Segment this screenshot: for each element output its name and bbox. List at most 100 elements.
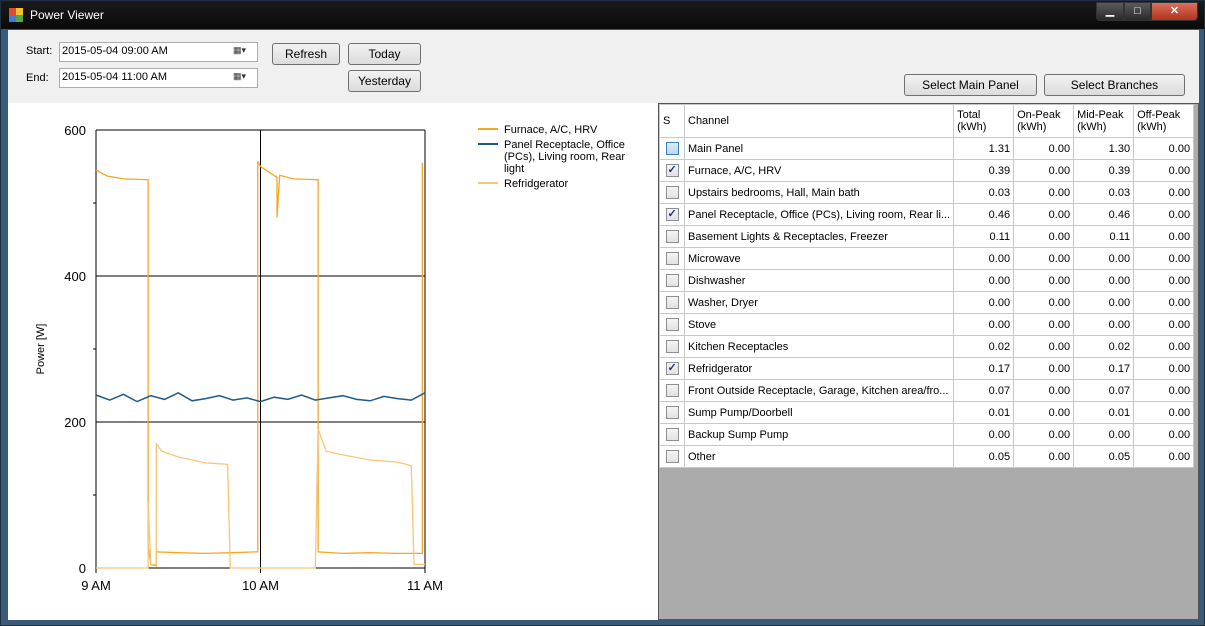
y-axis-label: Power [W]: [35, 324, 47, 375]
on-peak-kwh-cell: 0.00: [1013, 247, 1075, 270]
table-row[interactable]: Upstairs bedrooms, Hall, Main bath 0.03 0.…: [659, 181, 1195, 204]
maximize-button[interactable]: □: [1124, 2, 1151, 21]
table-header-row: S Channel Total (kWh) On-Peak (kWh) Mid-Peak…: [659, 104, 1195, 138]
select-cell[interactable]: [659, 137, 685, 160]
channel-checkbox[interactable]: [665, 142, 679, 155]
select-main-panel-button[interactable]: Select Main Panel: [904, 74, 1037, 96]
column-header-off-peak[interactable]: Off-Peak (kWh): [1133, 104, 1195, 138]
total-kwh-cell: 0.46: [953, 203, 1015, 226]
channel-checkbox[interactable]: [665, 406, 679, 419]
channel-checkbox[interactable]: [665, 296, 679, 309]
channel-checkbox[interactable]: [665, 230, 679, 243]
app-icon: [9, 8, 23, 22]
column-header-s[interactable]: S: [659, 104, 685, 138]
select-cell[interactable]: [659, 291, 685, 314]
mid-peak-kwh-cell: 0.00: [1073, 269, 1135, 292]
title-bar[interactable]: Power Viewer ▁ □ ✕: [1, 1, 1204, 29]
on-peak-kwh-cell: 0.00: [1013, 159, 1075, 182]
channel-name-cell: Upstairs bedrooms, Hall, Main bath: [683, 181, 955, 204]
off-peak-kwh-cell: 0.00: [1133, 335, 1195, 358]
start-date-picker[interactable]: 2015-05-04 09:00 AM ▦▾: [59, 42, 258, 62]
select-cell[interactable]: [659, 269, 685, 292]
select-cell[interactable]: [659, 423, 685, 446]
channel-checkbox[interactable]: ✓: [665, 208, 679, 221]
total-kwh-cell: 0.00: [953, 423, 1015, 446]
start-date-value: 2015-05-04 09:00 AM: [62, 45, 168, 57]
channel-checkbox[interactable]: [665, 450, 679, 463]
minimize-button[interactable]: ▁: [1096, 2, 1124, 21]
select-cell[interactable]: [659, 335, 685, 358]
calendar-dropdown-icon[interactable]: ▦▾: [233, 71, 255, 85]
table-row[interactable]: Microwave 0.00 0.00 0.00 0.00: [659, 247, 1195, 270]
table-row[interactable]: Other 0.05 0.00 0.05 0.00: [659, 445, 1195, 468]
channel-checkbox[interactable]: [665, 252, 679, 265]
on-peak-kwh-cell: 0.00: [1013, 181, 1075, 204]
channel-checkbox[interactable]: [665, 428, 679, 441]
legend-entry: Panel Receptacle, Office (PCs), Living ro…: [504, 139, 625, 175]
table-row[interactable]: ✓ Refridgerator 0.17 0.00 0.17 0.00: [659, 357, 1195, 380]
y-tick-label: 0: [79, 561, 86, 576]
channel-name-cell: Front Outside Receptacle, Garage, Kitche…: [683, 379, 955, 402]
on-peak-kwh-cell: 0.00: [1013, 357, 1075, 380]
off-peak-kwh-cell: 0.00: [1133, 247, 1195, 270]
table-row[interactable]: Dishwasher 0.00 0.00 0.00 0.00: [659, 269, 1195, 292]
window-title: Power Viewer: [30, 8, 104, 22]
table-row[interactable]: Sump Pump/Doorbell 0.01 0.00 0.01 0.00: [659, 401, 1195, 424]
power-viewer-window: Power Viewer ▁ □ ✕ Start: End: 2015-05-0…: [0, 0, 1205, 626]
mid-peak-kwh-cell: 0.39: [1073, 159, 1135, 182]
select-cell[interactable]: [659, 401, 685, 424]
end-date-picker[interactable]: 2015-05-04 11:00 AM ▦▾: [59, 68, 258, 88]
select-cell[interactable]: ✓: [659, 357, 685, 380]
table-row[interactable]: Stove 0.00 0.00 0.00 0.00: [659, 313, 1195, 336]
channel-name-cell: Washer, Dryer: [683, 291, 955, 314]
column-header-total[interactable]: Total (kWh): [953, 104, 1015, 138]
end-label: End:: [26, 72, 49, 84]
close-button[interactable]: ✕: [1151, 2, 1198, 21]
select-cell[interactable]: [659, 379, 685, 402]
channel-checkbox[interactable]: [665, 384, 679, 397]
x-tick-label: 9 AM: [81, 578, 111, 593]
channel-name-cell: Sump Pump/Doorbell: [683, 401, 955, 424]
column-header-channel[interactable]: Channel: [683, 104, 955, 138]
channel-checkbox[interactable]: [665, 340, 679, 353]
mid-peak-kwh-cell: 0.05: [1073, 445, 1135, 468]
table-row[interactable]: Backup Sump Pump 0.00 0.00 0.00 0.00: [659, 423, 1195, 446]
y-tick-label: 200: [64, 415, 86, 430]
column-header-mid-peak[interactable]: Mid-Peak (kWh): [1073, 104, 1135, 138]
select-cell[interactable]: [659, 313, 685, 336]
table-row[interactable]: Kitchen Receptacles 0.02 0.00 0.02 0.00: [659, 335, 1195, 358]
total-kwh-cell: 0.39: [953, 159, 1015, 182]
table-row[interactable]: Front Outside Receptacle, Garage, Kitche…: [659, 379, 1195, 402]
select-branches-button[interactable]: Select Branches: [1044, 74, 1185, 96]
select-cell[interactable]: [659, 247, 685, 270]
channel-checkbox[interactable]: [665, 274, 679, 287]
refresh-button[interactable]: Refresh: [272, 43, 340, 65]
select-cell[interactable]: ✓: [659, 203, 685, 226]
table-row[interactable]: ✓ Furnace, A/C, HRV 0.39 0.00 0.39 0.00: [659, 159, 1195, 182]
off-peak-kwh-cell: 0.00: [1133, 203, 1195, 226]
yesterday-button[interactable]: Yesterday: [348, 70, 421, 92]
off-peak-kwh-cell: 0.00: [1133, 401, 1195, 424]
channel-checkbox[interactable]: [665, 186, 679, 199]
mid-peak-kwh-cell: 0.00: [1073, 313, 1135, 336]
total-kwh-cell: 0.00: [953, 247, 1015, 270]
calendar-dropdown-icon[interactable]: ▦▾: [233, 45, 255, 59]
y-tick-label: 400: [64, 269, 86, 284]
off-peak-kwh-cell: 0.00: [1133, 357, 1195, 380]
select-cell[interactable]: [659, 225, 685, 248]
table-row[interactable]: Basement Lights & Receptacles, Freezer 0.…: [659, 225, 1195, 248]
channel-checkbox[interactable]: [665, 318, 679, 331]
total-kwh-cell: 0.05: [953, 445, 1015, 468]
channel-checkbox[interactable]: ✓: [665, 362, 679, 375]
column-header-on-peak[interactable]: On-Peak (kWh): [1013, 104, 1075, 138]
select-cell[interactable]: [659, 445, 685, 468]
table-row[interactable]: ✓ Panel Receptacle, Office (PCs), Living …: [659, 203, 1195, 226]
select-cell[interactable]: ✓: [659, 159, 685, 182]
select-cell[interactable]: [659, 181, 685, 204]
total-kwh-cell: 0.01: [953, 401, 1015, 424]
table-row[interactable]: Washer, Dryer 0.00 0.00 0.00 0.00: [659, 291, 1195, 314]
today-button[interactable]: Today: [348, 43, 421, 65]
table-row[interactable]: Main Panel 1.31 0.00 1.30 0.00: [659, 137, 1195, 160]
channel-checkbox[interactable]: ✓: [665, 164, 679, 177]
channel-name-cell: Panel Receptacle, Office (PCs), Living r…: [683, 203, 955, 226]
